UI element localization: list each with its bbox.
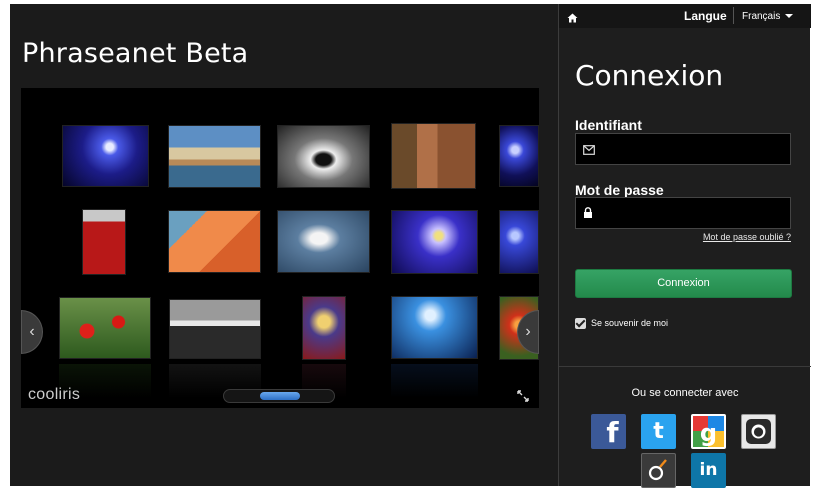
svg-text:g: g [700,419,717,447]
app-frame: Phraseanet Beta ‹ › cooliris Langue Fran… [10,4,811,488]
cooliris-wall[interactable]: ‹ › cooliris [21,88,539,408]
gallery-panel: Phraseanet Beta ‹ › cooliris [10,4,558,486]
caret-down-icon [785,14,794,19]
scrollbar-thumb[interactable] [260,392,300,400]
thumbnail[interactable] [168,125,261,188]
remember-me-checkbox[interactable] [575,318,586,330]
thumbnail[interactable] [277,210,370,273]
envelope-icon [583,142,595,160]
thumbnail[interactable] [391,296,478,359]
gallery-scrollbar[interactable] [223,389,335,403]
lock-icon [583,206,593,224]
cooliris-logo: cooliris [28,386,81,403]
twitter-button[interactable]: t [641,414,676,449]
login-panel: Langue Français Connexion Identifiant Mo… [558,4,811,488]
forgot-password-link[interactable]: Mot de passe oublié ? [703,232,791,242]
page-title: Phraseanet Beta [22,38,249,69]
fullscreen-icon[interactable] [517,390,529,405]
google-icon: g [693,416,724,447]
thumbnail[interactable] [62,125,149,187]
language-select[interactable]: Français [742,11,794,22]
facebook-icon: f [606,416,619,449]
linkedin-button[interactable]: in [691,453,726,488]
thumbnail[interactable] [169,299,261,359]
viadeo-icon [648,459,667,481]
remember-me[interactable]: Se souvenir de moi [575,318,669,330]
username-label: Identifiant [575,117,642,133]
thumbnail[interactable] [277,125,370,188]
thumbnail[interactable] [168,210,261,273]
google-button[interactable]: g [691,414,726,449]
thumbnail[interactable] [82,209,126,275]
facebook-button[interactable]: f [591,414,626,449]
divider [733,7,734,24]
thumbnail[interactable] [499,125,539,187]
username-field[interactable] [575,133,791,165]
github-icon [746,419,771,444]
language-value: Français [742,11,781,22]
twitter-icon: t [653,419,664,444]
thumbnail[interactable] [391,123,476,189]
top-bar: Langue Français [559,4,811,28]
thumbnail[interactable] [391,210,478,274]
social-login-title: Ou se connecter avec [631,387,739,399]
thumbnail[interactable] [302,296,346,360]
section-divider [559,366,811,367]
password-field[interactable] [575,197,791,229]
home-icon[interactable] [567,10,578,28]
remember-me-label: Se souvenir de moi [591,318,669,328]
previous-arrow-button[interactable]: ‹ [21,310,43,354]
thumbnail[interactable] [499,210,539,274]
language-label: Langue [684,9,727,23]
linkedin-icon: in [699,460,718,480]
thumbnail-reflection [391,364,478,398]
login-title: Connexion [575,59,724,92]
login-button[interactable]: Connexion [575,269,792,298]
thumbnail[interactable] [59,297,151,359]
password-label: Mot de passe [575,182,664,198]
github-button[interactable] [741,414,776,449]
viadeo-button[interactable] [641,453,676,488]
